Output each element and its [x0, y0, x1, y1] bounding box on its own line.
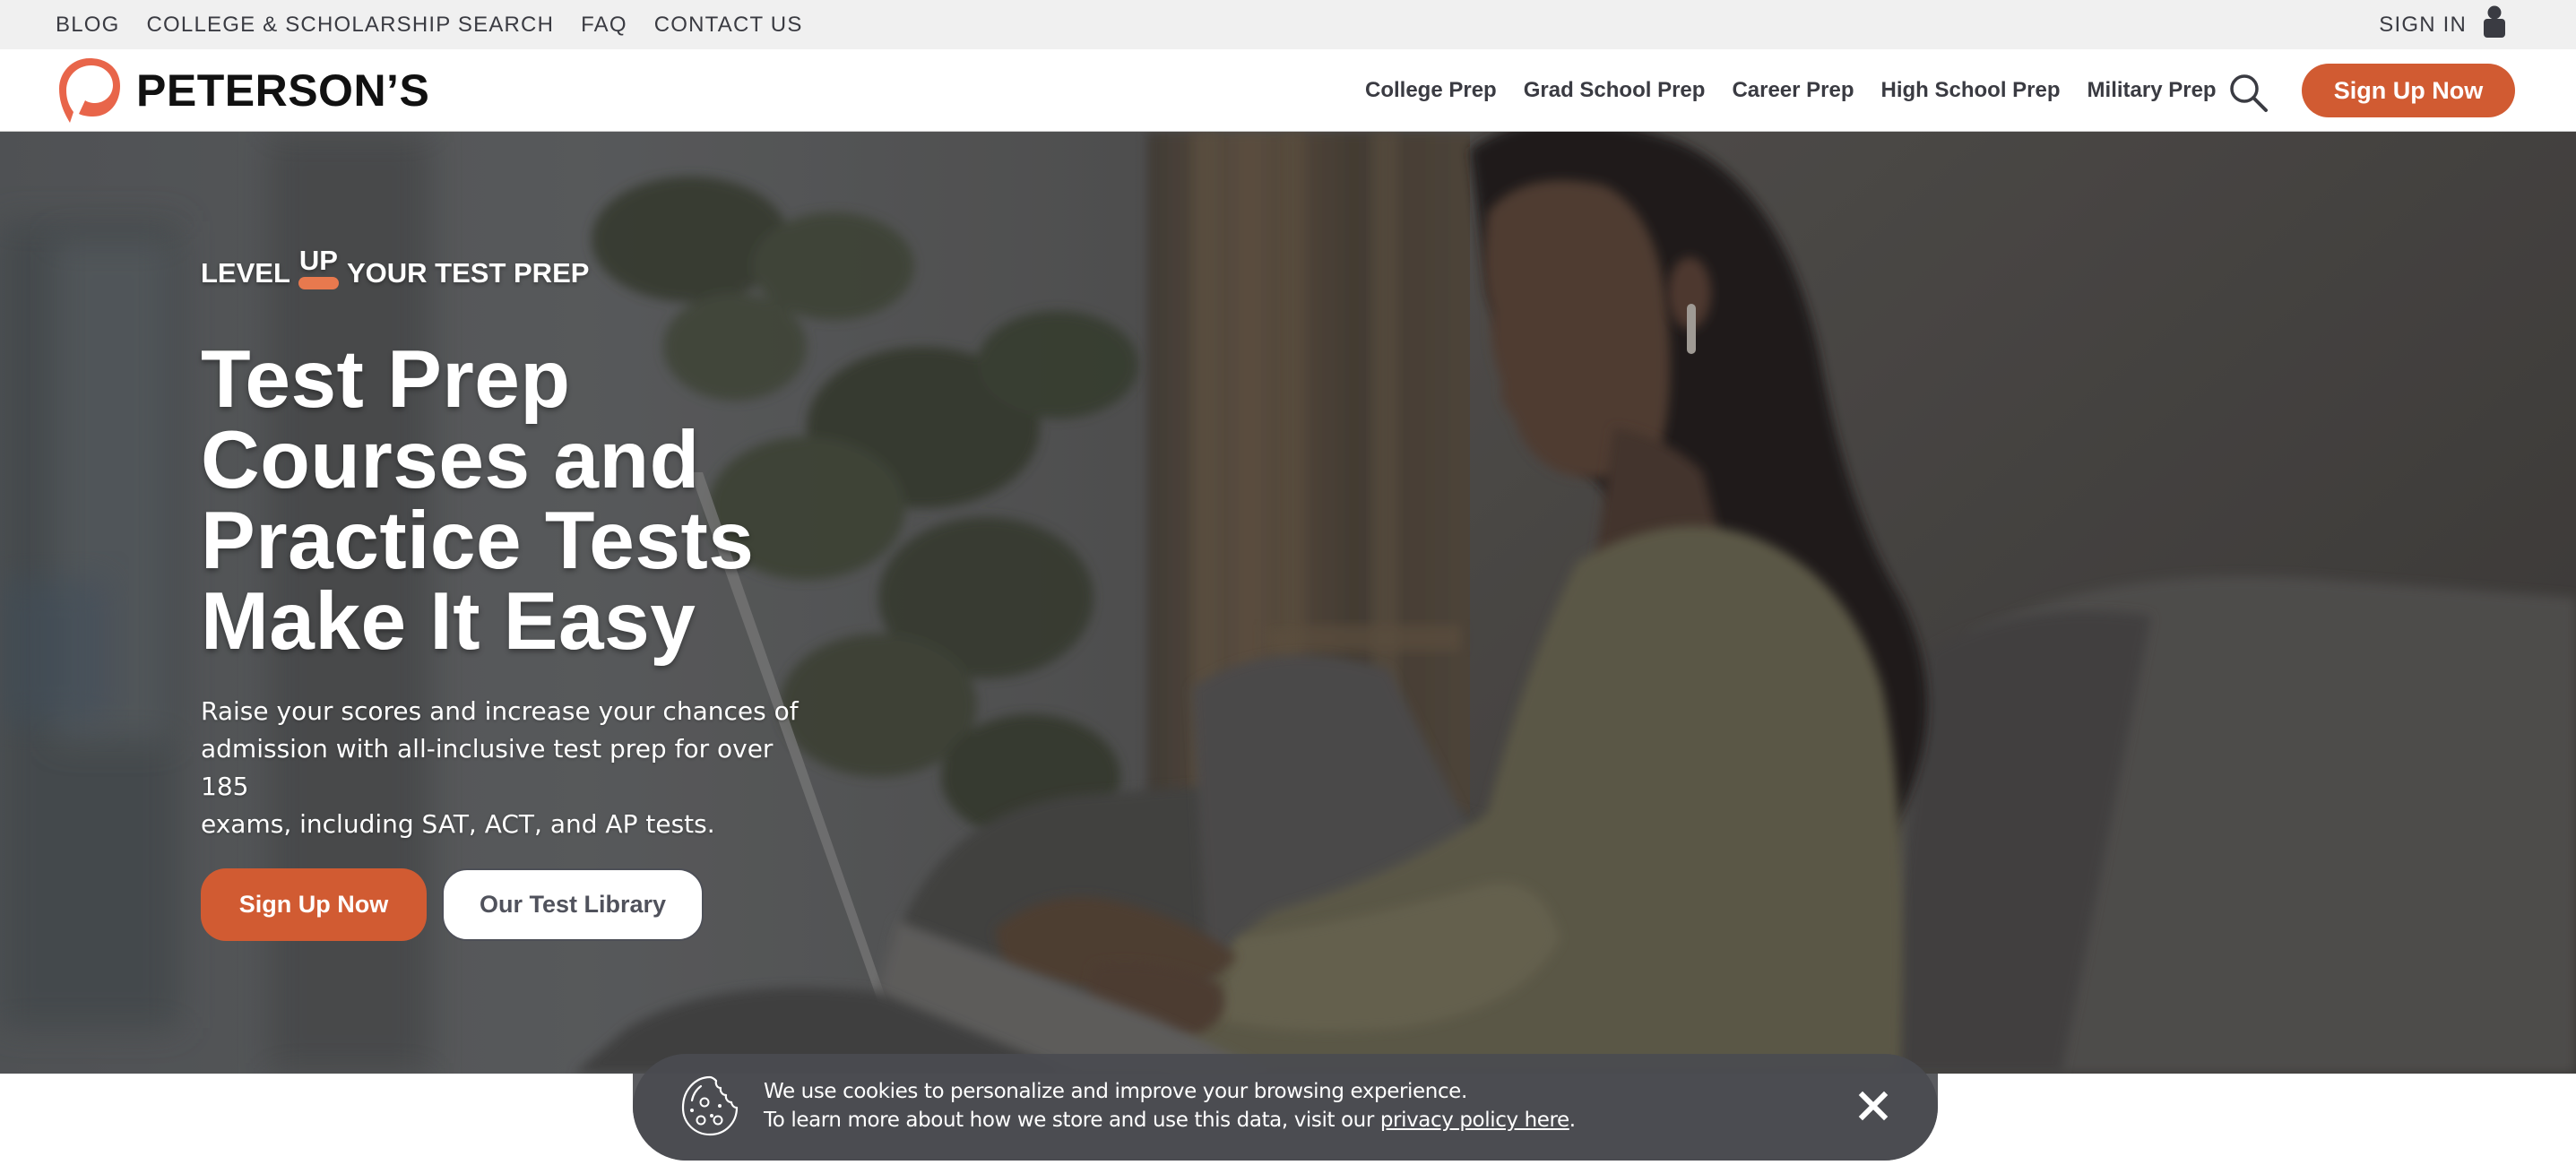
nav-item-career-prep[interactable]: Career Prep: [1732, 78, 1854, 103]
description-line: Raise your scores and increase your chan…: [201, 696, 799, 726]
main-nav: PETERSON’S College Prep Grad School Prep…: [0, 49, 2576, 132]
cookie-message-suffix: .: [1569, 1109, 1576, 1132]
eyebrow-level: LEVEL: [201, 257, 290, 289]
utility-link-college-scholarship-search[interactable]: College & Scholarship Search: [147, 13, 555, 38]
sign-in-label: Sign In: [2379, 12, 2467, 37]
nav-sign-up-button[interactable]: Sign Up Now: [2302, 64, 2515, 117]
nav-item-military-prep[interactable]: Military Prep: [2088, 78, 2217, 103]
description-line: exams, including SAT, ACT, and AP tests.: [201, 809, 715, 839]
headline-line: Make It Easy: [201, 576, 696, 667]
hero-eyebrow: LEVEL UP YOUR TEST PREP: [201, 245, 590, 289]
nav-item-grad-school-prep[interactable]: Grad School Prep: [1524, 78, 1706, 103]
headline-line: Practice Tests: [201, 496, 755, 586]
utility-link-faq[interactable]: FAQ: [581, 13, 627, 38]
headline-line: Test Prep: [201, 334, 571, 425]
brand-logo[interactable]: PETERSON’S: [56, 56, 429, 125]
cookie-message-line-1: We use cookies to personalize and improv…: [764, 1080, 1467, 1103]
petersons-logo-icon: [59, 58, 120, 123]
eyebrow-rest: YOUR TEST PREP: [346, 257, 590, 289]
search-icon[interactable]: [2228, 73, 2269, 114]
headline-line: Courses and: [201, 415, 700, 505]
hero-section: LEVEL UP YOUR TEST PREP Test Prep Course…: [0, 132, 2576, 1074]
close-icon[interactable]: [1857, 1090, 1889, 1122]
cookie-icon: [681, 1075, 739, 1136]
privacy-policy-link[interactable]: privacy policy here: [1380, 1109, 1569, 1132]
utility-bar: Blog College & Scholarship Search FAQ Co…: [0, 0, 2576, 49]
cookie-message-line-2: To learn more about how we store and use…: [764, 1106, 1576, 1135]
cookie-message: We use cookies to personalize and improv…: [764, 1077, 1576, 1135]
nav-item-high-school-prep[interactable]: High School Prep: [1881, 78, 2061, 103]
utility-links: Blog College & Scholarship Search FAQ Co…: [56, 0, 803, 49]
nav-item-college-prep[interactable]: College Prep: [1365, 78, 1497, 103]
description-line: admission with all-inclusive test prep f…: [201, 734, 774, 801]
utility-link-blog[interactable]: Blog: [56, 13, 120, 38]
brand-wordmark: PETERSON’S: [136, 65, 430, 116]
hero-headline: Test Prep Courses and Practice Tests Mak…: [201, 334, 1007, 667]
user-icon: [2484, 5, 2505, 38]
utility-link-contact-us[interactable]: Contact Us: [654, 13, 803, 38]
test-library-button[interactable]: Our Test Library: [442, 868, 704, 941]
eyebrow-up-highlight: UP: [298, 245, 340, 289]
hero-description: Raise your scores and increase your chan…: [201, 693, 828, 843]
hero-sign-up-button[interactable]: Sign Up Now: [201, 868, 427, 941]
hero-actions: Sign Up Now Our Test Library: [201, 868, 704, 941]
cookie-message-prefix: To learn more about how we store and use…: [764, 1109, 1380, 1132]
sign-in-link[interactable]: Sign In: [2379, 0, 2506, 49]
primary-nav-items: College Prep Grad School Prep Career Pre…: [1365, 49, 2217, 132]
cookie-banner: We use cookies to personalize and improv…: [633, 1054, 1938, 1161]
